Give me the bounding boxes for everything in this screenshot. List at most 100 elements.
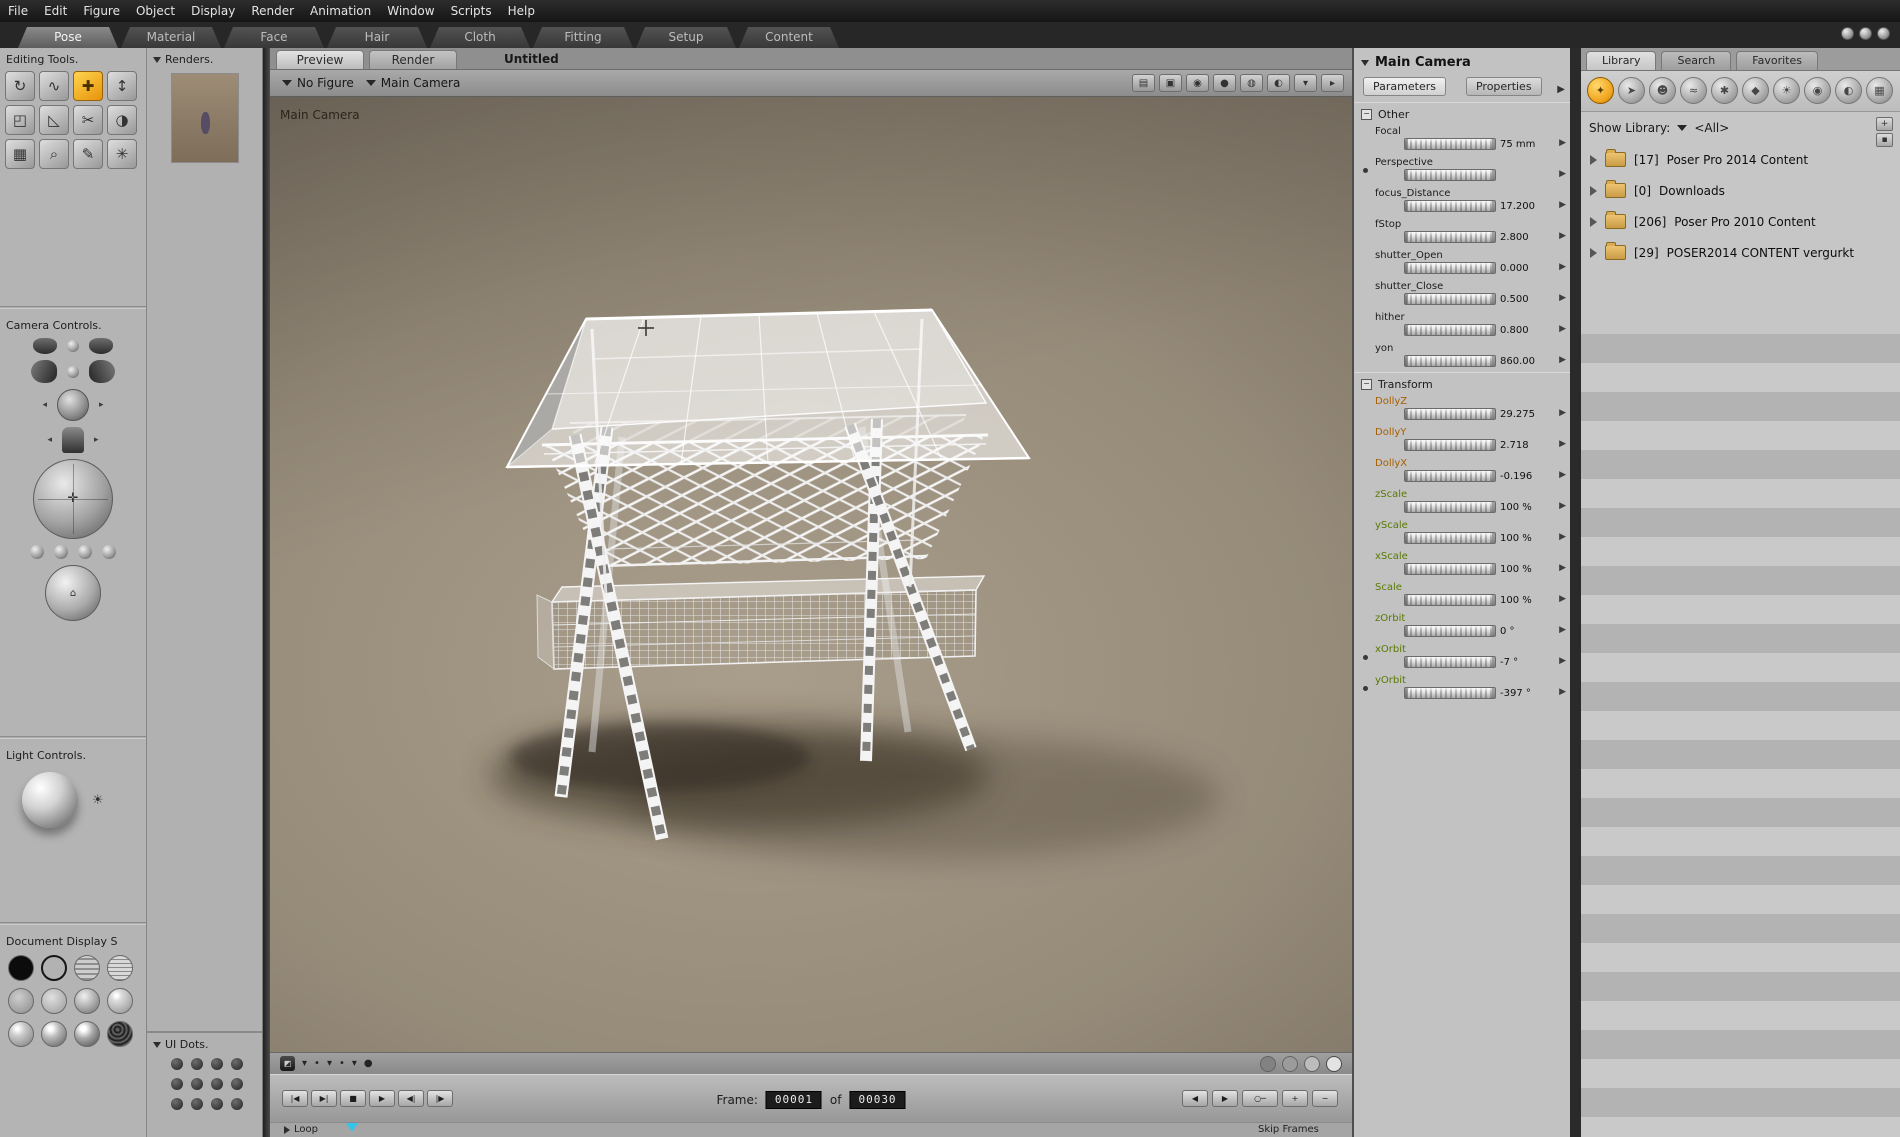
param-flyout-icon[interactable]: ▶ — [1559, 169, 1566, 179]
translate-in-out-tool[interactable]: ↕ — [107, 71, 137, 101]
view-magnifier-tool[interactable]: ⌕ — [39, 139, 69, 169]
prev-camera-arrow-icon[interactable]: ◂ — [42, 400, 47, 410]
ball-light-icon[interactable]: ◍ — [1240, 74, 1263, 92]
param-dial[interactable] — [1404, 625, 1496, 637]
display-style-lit-wireframe[interactable] — [8, 988, 34, 1014]
total-frames-field[interactable]: 00030 — [849, 1091, 906, 1109]
display-style-cartoon[interactable] — [107, 988, 133, 1014]
ui-dot[interactable] — [191, 1098, 203, 1110]
translate-pull-tool[interactable]: ✚ — [73, 71, 103, 101]
param-flyout-icon[interactable]: ▶ — [1559, 563, 1566, 573]
right-camera-head-icon[interactable] — [89, 360, 115, 383]
menu-object[interactable]: Object — [128, 4, 183, 18]
stop-button[interactable]: ■ — [340, 1090, 366, 1107]
last-frame-button[interactable]: ▶| — [311, 1090, 337, 1107]
corner-toggle-icon[interactable]: ◩ — [280, 1056, 295, 1071]
cameras-category-icon[interactable]: ◉ — [1804, 77, 1831, 104]
display-style-silhouette[interactable] — [8, 955, 34, 981]
param-dial[interactable] — [1404, 231, 1496, 243]
display-style-hidden-line[interactable] — [107, 955, 133, 981]
left-hand-camera-icon[interactable] — [33, 338, 57, 354]
edit-keyframes-button[interactable]: ○─ — [1242, 1090, 1278, 1107]
param-flyout-icon[interactable]: ▶ — [1559, 470, 1566, 480]
add-library-button[interactable]: + — [1876, 117, 1893, 131]
menu-help[interactable]: Help — [500, 4, 543, 18]
params-tab-properties[interactable]: Properties — [1465, 77, 1542, 96]
ui-dot[interactable] — [211, 1078, 223, 1090]
dropdown-2-icon[interactable]: ▾ — [327, 1058, 332, 1069]
display-style-smooth-lined[interactable] — [41, 1021, 67, 1047]
orbit-icon[interactable]: ◉ — [1186, 74, 1209, 92]
first-frame-button[interactable]: |◀ — [282, 1090, 308, 1107]
view-panes-icon[interactable]: ▤ — [1132, 74, 1155, 92]
camera-trackball[interactable]: ✛ — [33, 459, 113, 539]
param-dial[interactable] — [1404, 262, 1496, 274]
param-group-transform[interactable]: − Transform — [1354, 372, 1570, 394]
camera-view-icon[interactable]: ▣ — [1159, 74, 1182, 92]
library-figure-button[interactable]: ▪ — [1876, 133, 1893, 147]
play-button[interactable]: ▶ — [369, 1090, 395, 1107]
expression-category-icon[interactable]: ☻ — [1649, 77, 1676, 104]
ui-dot[interactable] — [191, 1078, 203, 1090]
props-category-icon[interactable]: ◆ — [1742, 77, 1769, 104]
dropdown-3-icon[interactable]: ▾ — [352, 1058, 357, 1069]
param-flyout-icon[interactable]: ▶ — [1559, 408, 1566, 418]
materials-category-icon[interactable]: ◐ — [1835, 77, 1862, 104]
ui-dot[interactable] — [171, 1098, 183, 1110]
left-camera-head-icon[interactable] — [31, 360, 57, 383]
prev-frame-button[interactable]: ◀| — [398, 1090, 424, 1107]
param-flyout-icon[interactable]: ▶ — [1559, 262, 1566, 272]
param-flyout-icon[interactable]: ▶ — [1559, 200, 1566, 210]
scale-tool[interactable]: ◰ — [5, 105, 35, 135]
menu-animation[interactable]: Animation — [302, 4, 379, 18]
ui-dot[interactable] — [231, 1058, 243, 1070]
params-tab-parameters[interactable]: Parameters — [1363, 77, 1446, 96]
camera-plane-ball-icon[interactable] — [54, 545, 68, 559]
skip-frames-label[interactable]: Skip Frames — [1258, 1124, 1319, 1135]
current-frame-field[interactable]: 00001 — [765, 1091, 822, 1109]
dot-1-icon[interactable]: • — [314, 1058, 320, 1069]
display-style-outline[interactable] — [41, 955, 67, 981]
sun-icon[interactable]: ☀ — [92, 793, 104, 808]
tab-pose[interactable]: Pose — [18, 27, 118, 48]
param-dial[interactable] — [1404, 532, 1496, 544]
viewport-canvas[interactable]: Main Camera — [270, 97, 1352, 1052]
step-forward-button[interactable]: ▶ — [1212, 1090, 1238, 1107]
window-circle-icon[interactable] — [1877, 27, 1890, 40]
collapse-box-icon[interactable]: − — [1361, 109, 1372, 120]
tab-hair[interactable]: Hair — [327, 27, 427, 48]
param-dial[interactable] — [1404, 470, 1496, 482]
doc-tab-render[interactable]: Render — [369, 50, 457, 69]
figures-category-icon[interactable]: ✦ — [1587, 77, 1614, 104]
add-keyframe-button[interactable]: + — [1282, 1090, 1308, 1107]
figure-selector[interactable]: No Figure — [282, 76, 354, 90]
hair-category-icon[interactable]: ≈ — [1680, 77, 1707, 104]
rotate-tool[interactable]: ↻ — [5, 71, 35, 101]
camera-selector[interactable]: Main Camera — [365, 76, 460, 90]
collapse-box-icon[interactable]: − — [1361, 379, 1372, 390]
collapse-triangle-icon[interactable] — [153, 1041, 161, 1048]
display-style-smooth-shaded[interactable] — [8, 1021, 34, 1047]
ball-icon[interactable]: ● — [364, 1058, 373, 1069]
library-folder-poser-pro-2010-content[interactable]: [206] Poser Pro 2010 Content — [1581, 206, 1900, 237]
camera-plane-ball-icon[interactable] — [30, 545, 44, 559]
tab-face[interactable]: Face — [224, 27, 324, 48]
param-dial[interactable] — [1404, 439, 1496, 451]
library-tab-library[interactable]: Library — [1586, 51, 1657, 70]
library-tab-favorites[interactable]: Favorites — [1736, 51, 1818, 70]
flyout-icon[interactable]: ▸ — [1321, 74, 1344, 92]
dropdown-1-icon[interactable]: ▾ — [302, 1058, 307, 1069]
hand-camera-ball-icon[interactable] — [67, 340, 79, 352]
param-flyout-icon[interactable]: ▶ — [1559, 501, 1566, 511]
param-dial[interactable] — [1404, 656, 1496, 668]
display-style-flat-lined[interactable] — [74, 988, 100, 1014]
menu-figure[interactable]: Figure — [75, 4, 128, 18]
tab-fitting[interactable]: Fitting — [533, 27, 633, 48]
param-flyout-icon[interactable]: ▶ — [1559, 594, 1566, 604]
tab-material[interactable]: Material — [121, 27, 221, 48]
next-frame-button[interactable]: |▶ — [427, 1090, 453, 1107]
param-group-other[interactable]: − Other — [1354, 102, 1570, 124]
param-flyout-icon[interactable]: ▶ — [1559, 687, 1566, 697]
doc-tab-preview[interactable]: Preview — [276, 50, 364, 69]
params-collapse-icon[interactable] — [1361, 59, 1369, 66]
